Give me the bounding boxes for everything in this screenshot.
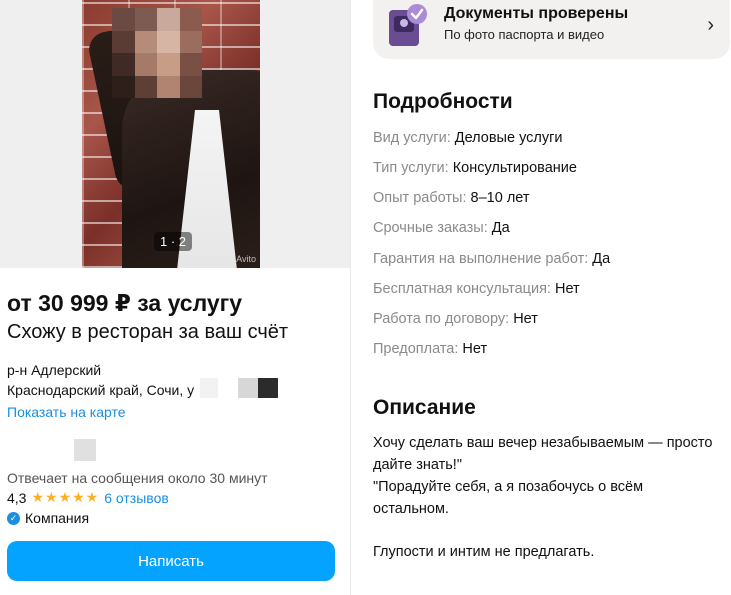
detail-row: Гарантия на выполнение работ: Да bbox=[373, 251, 610, 267]
watermark: Avito bbox=[236, 254, 256, 264]
photo-gallery[interactable]: 1 · 2 Avito bbox=[0, 0, 350, 268]
listing-title: Схожу в ресторан за ваш счёт bbox=[7, 321, 289, 343]
passport-check-icon bbox=[389, 4, 427, 46]
detail-label: Бесплатная консультация: bbox=[373, 281, 551, 297]
rating-stars-icon: ★★★★★ bbox=[31, 489, 100, 505]
description-line: дайте знать!" bbox=[373, 457, 462, 473]
detail-row: Тип услуги: Консультирование bbox=[373, 160, 577, 176]
detail-row: Предоплата: Нет bbox=[373, 341, 487, 357]
chevron-right-icon: › bbox=[707, 14, 714, 36]
detail-label: Опыт работы: bbox=[373, 190, 467, 206]
detail-label: Вид услуги: bbox=[373, 130, 451, 146]
detail-value: Консультирование bbox=[452, 160, 577, 176]
detail-row: Опыт работы: 8–10 лет bbox=[373, 190, 530, 206]
detail-label: Предоплата: bbox=[373, 341, 459, 357]
district: р-н Адлерский bbox=[7, 362, 102, 378]
seller-name-redaction bbox=[74, 439, 96, 461]
detail-label: Гарантия на выполнение работ: bbox=[373, 251, 589, 267]
documents-subtitle: По фото паспорта и видео bbox=[444, 27, 605, 42]
description-heading: Описание bbox=[373, 396, 476, 419]
address: Краснодарский край, Сочи, у bbox=[7, 382, 195, 398]
response-time: Отвечает на сообщения около 30 минут bbox=[7, 470, 268, 486]
detail-label: Тип услуги: bbox=[373, 160, 449, 176]
verified-check-icon: ✓ bbox=[7, 511, 20, 525]
documents-title: Документы проверены bbox=[444, 5, 629, 22]
panel-divider bbox=[350, 0, 351, 595]
detail-label: Срочные заказы: bbox=[373, 220, 488, 236]
seller-type-label: Компания bbox=[25, 510, 90, 526]
documents-verified-card[interactable]: Документы проверены По фото паспорта и в… bbox=[373, 0, 730, 59]
seller-type: ✓ Компания bbox=[7, 510, 89, 526]
description-line: "Порадуйте себя, а я позабочусь о всём bbox=[373, 479, 644, 495]
detail-value: Нет bbox=[462, 341, 488, 357]
write-message-button[interactable]: Написать bbox=[7, 541, 335, 581]
detail-label: Работа по договору: bbox=[373, 311, 510, 327]
detail-value: Да bbox=[592, 251, 611, 267]
detail-row: Бесплатная консультация: Нет bbox=[373, 281, 580, 297]
details-heading: Подробности bbox=[373, 90, 513, 113]
detail-row: Срочные заказы: Да bbox=[373, 220, 510, 236]
detail-value: Нет bbox=[513, 311, 538, 327]
show-on-map-link[interactable]: Показать на карте bbox=[7, 404, 126, 420]
listing-panel: 1 · 2 Avito от 30 999 ₽ за услугу Схожу … bbox=[0, 0, 350, 595]
pixelated-face bbox=[112, 8, 202, 98]
detail-value: Деловые услуги bbox=[454, 130, 563, 146]
price: от 30 999 ₽ за услугу bbox=[7, 290, 243, 316]
reviews-link[interactable]: 6 отзывов bbox=[104, 490, 169, 506]
listing-photo[interactable]: 1 · 2 Avito bbox=[82, 0, 260, 268]
description-line: остальном. bbox=[373, 501, 449, 517]
detail-row: Вид услуги: Деловые услуги bbox=[373, 130, 563, 146]
photo-counter: 1 · 2 bbox=[154, 232, 193, 251]
detail-row: Работа по договору: Нет bbox=[373, 311, 538, 327]
rating-value: 4,3 bbox=[7, 489, 27, 506]
rating-row[interactable]: 4,3 ★★★★★ 6 отзывов bbox=[7, 489, 169, 506]
detail-value: Нет bbox=[554, 281, 580, 297]
description-line: Глупости и интим не предлагать. bbox=[373, 544, 595, 560]
detail-value: 8–10 лет bbox=[470, 190, 530, 206]
detail-value: Да bbox=[491, 220, 510, 236]
address-redaction bbox=[200, 378, 280, 398]
description-line: Хочу сделать ваш вечер незабываемым — пр… bbox=[373, 435, 713, 451]
